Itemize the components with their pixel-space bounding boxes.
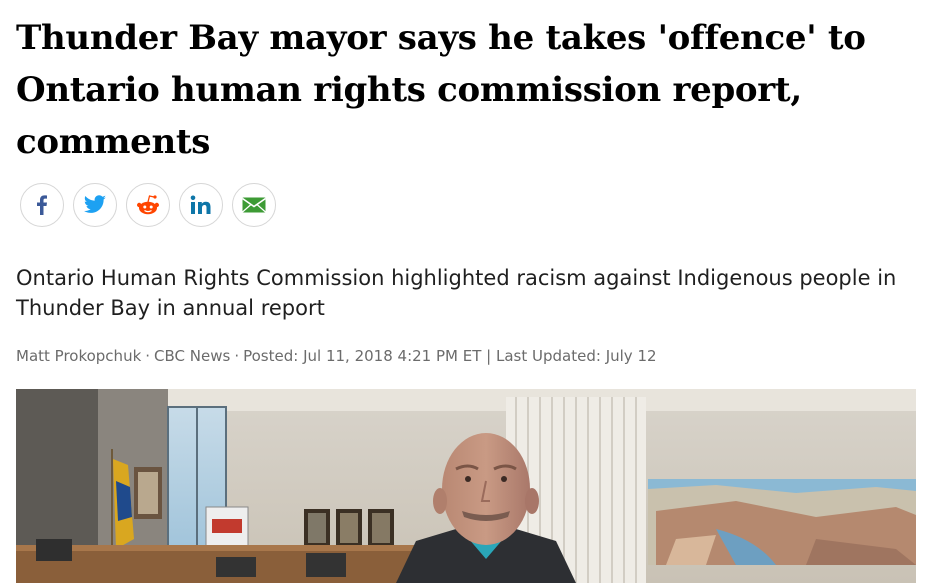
article-deck: Ontario Human Rights Commission highligh…	[16, 266, 897, 320]
share-email-button[interactable]	[232, 183, 276, 227]
byline: Matt Prokopchuk · CBC News · Posted: Jul 11,…	[16, 347, 657, 365]
share-bar	[20, 183, 276, 227]
twitter-icon	[83, 195, 106, 213]
share-facebook-button[interactable]	[20, 183, 64, 227]
author-name: Matt Prokopchuk	[16, 347, 142, 365]
share-twitter-button[interactable]	[73, 183, 117, 227]
posted-timestamp: Jul 11, 2018 4:21 PM ET	[303, 347, 482, 365]
posted-label: Posted:	[243, 347, 299, 365]
share-reddit-button[interactable]	[126, 183, 170, 227]
facebook-icon	[37, 195, 47, 215]
lead-photo[interactable]	[16, 389, 916, 583]
lead-photo-image	[16, 389, 916, 583]
outlet-name: CBC News	[154, 347, 231, 365]
updated-label: Last Updated:	[496, 347, 601, 365]
byline-separator: |	[486, 347, 492, 365]
updated-date: July 12	[605, 347, 657, 365]
linkedin-icon	[190, 195, 211, 214]
article-page: Thunder Bay mayor says he takes 'offence…	[0, 0, 941, 583]
share-linkedin-button[interactable]	[179, 183, 223, 227]
email-icon	[242, 197, 266, 213]
reddit-icon	[137, 195, 159, 215]
headline: Thunder Bay mayor says he takes 'offence…	[16, 18, 866, 162]
